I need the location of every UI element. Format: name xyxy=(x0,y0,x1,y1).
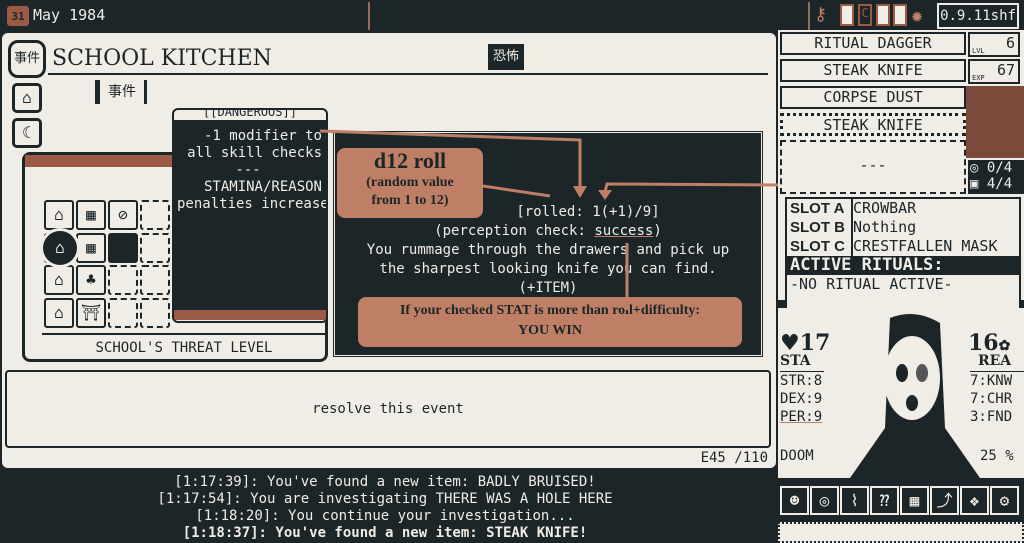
spiral-icon: ◎ xyxy=(970,160,979,176)
event-counter: E45 /110 xyxy=(700,450,768,466)
inventory-empty-slot[interactable]: --- xyxy=(780,140,966,194)
town-button[interactable]: ▦ xyxy=(900,486,929,515)
stamina-value: ♥17 xyxy=(780,330,831,356)
stat-knw: 7:KNW xyxy=(970,373,1013,389)
spells-count: ◎ 0/4 xyxy=(970,160,1013,176)
stamina-label: STA xyxy=(780,353,811,369)
allies-button[interactable]: ⁇ xyxy=(870,486,899,515)
character-button[interactable]: ☻ xyxy=(780,486,809,515)
stat-chr: 7:CHR xyxy=(970,391,1013,407)
character-portrait xyxy=(850,314,980,478)
exp-box: EXP 67 xyxy=(968,59,1020,84)
stat-fnd: 3:FND xyxy=(970,409,1013,425)
decorative-art xyxy=(966,86,1024,158)
settings-button[interactable]: ⚙ xyxy=(990,486,1019,515)
log-line: [1:18:37]: You've found a new item: STEA… xyxy=(182,525,588,541)
briefcase-icon: ▣ xyxy=(970,176,979,192)
stats-button[interactable]: ⌇ xyxy=(840,486,869,515)
reason-label: REA xyxy=(978,353,1012,369)
slot-a[interactable]: SLOT A CROWBAR xyxy=(787,199,1019,218)
doom-value: 25 % xyxy=(980,448,1014,464)
doom-label: DOOM xyxy=(780,448,814,464)
brain-icon: ✿ xyxy=(998,338,1011,354)
slot-c[interactable]: SLOT C CRESTFALLEN MASK xyxy=(787,237,1019,256)
active-ritual-value: -NO RITUAL ACTIVE- xyxy=(790,275,953,293)
log-line: [1:17:54]: You are investigating THERE W… xyxy=(157,491,613,507)
stat-dex: DEX:9 xyxy=(780,391,823,407)
log-line: [1:17:39]: You've found a new item: BADL… xyxy=(174,474,596,490)
stat-per: PER:9 xyxy=(780,409,823,425)
left-stats: STR:8 DEX:9 PER:9 xyxy=(780,371,824,426)
level-box: LVL 6 xyxy=(968,32,1020,57)
stat-str: STR:8 xyxy=(780,373,823,389)
old-god-button[interactable]: ❖ xyxy=(960,486,989,515)
resolve-event-button[interactable]: resolve this event xyxy=(5,370,771,448)
inventory-item[interactable]: STEAK KNIFE xyxy=(780,59,966,82)
bottom-panel xyxy=(778,522,1024,543)
inventory-item[interactable]: CORPSE DUST xyxy=(780,86,966,109)
inventory-item-selected[interactable]: STEAK KNIFE xyxy=(780,113,966,136)
active-rituals-header: ACTIVE RITUALS: xyxy=(787,256,1019,275)
capacity-box: ◎ 0/4 ▣ 4/4 xyxy=(968,160,1024,194)
arrow-modifier xyxy=(319,129,582,190)
equipment-slots: SLOT A CROWBAR SLOT B Nothing SLOT C CRESTF… xyxy=(785,197,1021,311)
message-log: [1:17:39]: You've found a new item: BADL… xyxy=(150,474,620,542)
inventory-item[interactable]: RITUAL DAGGER xyxy=(780,32,966,55)
level-up-button[interactable]: ⤴ xyxy=(930,486,959,515)
slot-b[interactable]: SLOT B Nothing xyxy=(787,218,1019,237)
arrow-roll xyxy=(482,184,551,198)
items-count: ▣ 4/4 xyxy=(970,176,1013,192)
spells-button[interactable]: ◎ xyxy=(810,486,839,515)
log-line: [1:18:20]: You continue your investigati… xyxy=(195,508,575,524)
right-stats: 7:KNW 7:CHR 3:FND xyxy=(970,371,1024,426)
